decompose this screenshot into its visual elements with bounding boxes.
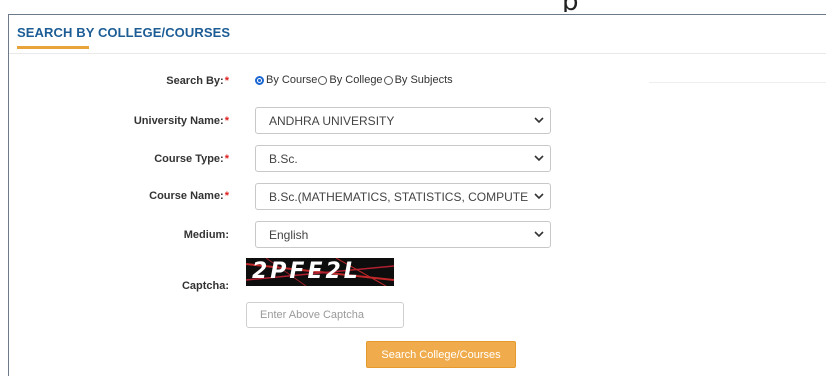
search-submit-button[interactable]: Search College/Courses (366, 341, 516, 368)
course-type-select[interactable]: B.Sc. (255, 145, 551, 172)
search-panel: SEARCH BY COLLEGE/COURSES Search By:* By… (8, 14, 826, 376)
chevron-down-icon (528, 193, 550, 200)
search-by-label: Search By:* (166, 75, 229, 87)
radio-label: By Subjects (394, 74, 453, 86)
required-mark: * (224, 115, 229, 127)
radio-unchecked-icon[interactable] (318, 75, 328, 85)
required-mark: * (224, 75, 229, 87)
captcha-input[interactable] (246, 302, 404, 328)
heading-fragment-text: p (562, 0, 579, 12)
radio-by-college[interactable]: By College (318, 74, 383, 86)
select-value: B.Sc.(MATHEMATICS, STATISTICS, COMPUTER (269, 189, 528, 204)
cropped-heading-fragment: p (0, 0, 826, 12)
panel-title: SEARCH BY COLLEGE/COURSES (17, 25, 231, 40)
medium-label: Medium: (183, 229, 229, 241)
radio-by-course[interactable]: By Course (255, 74, 317, 86)
university-name-label: University Name:* (133, 115, 229, 127)
chevron-down-icon (528, 155, 550, 162)
radio-label: By Course (266, 74, 318, 86)
required-mark: * (224, 190, 229, 202)
course-name-label: Course Name:* (149, 190, 229, 202)
title-underline (17, 46, 89, 49)
radio-unchecked-icon[interactable] (383, 75, 393, 85)
captcha-image: 2PFE2L (246, 258, 394, 286)
select-value: B.Sc. (269, 151, 298, 166)
chevron-down-icon (528, 117, 550, 124)
course-type-label: Course Type:* (154, 153, 229, 165)
title-divider (9, 53, 826, 54)
course-name-select[interactable]: B.Sc.(MATHEMATICS, STATISTICS, COMPUTER (255, 183, 551, 210)
captcha-label: Captcha: (181, 280, 229, 292)
university-name-select[interactable]: ANDHRA UNIVERSITY (255, 107, 551, 134)
medium-select[interactable]: English (255, 221, 551, 248)
chevron-down-icon (528, 231, 550, 238)
select-value: ANDHRA UNIVERSITY (269, 113, 395, 128)
side-divider (649, 82, 826, 83)
radio-label: By College (329, 74, 383, 86)
search-by-radio-group: By Course By College By Subjects (255, 74, 454, 86)
select-value: English (269, 227, 309, 242)
radio-checked-icon[interactable] (255, 75, 264, 85)
captcha-text: 2PFE2L (252, 259, 361, 284)
required-mark: * (224, 153, 229, 165)
radio-by-subjects[interactable]: By Subjects (383, 74, 453, 86)
